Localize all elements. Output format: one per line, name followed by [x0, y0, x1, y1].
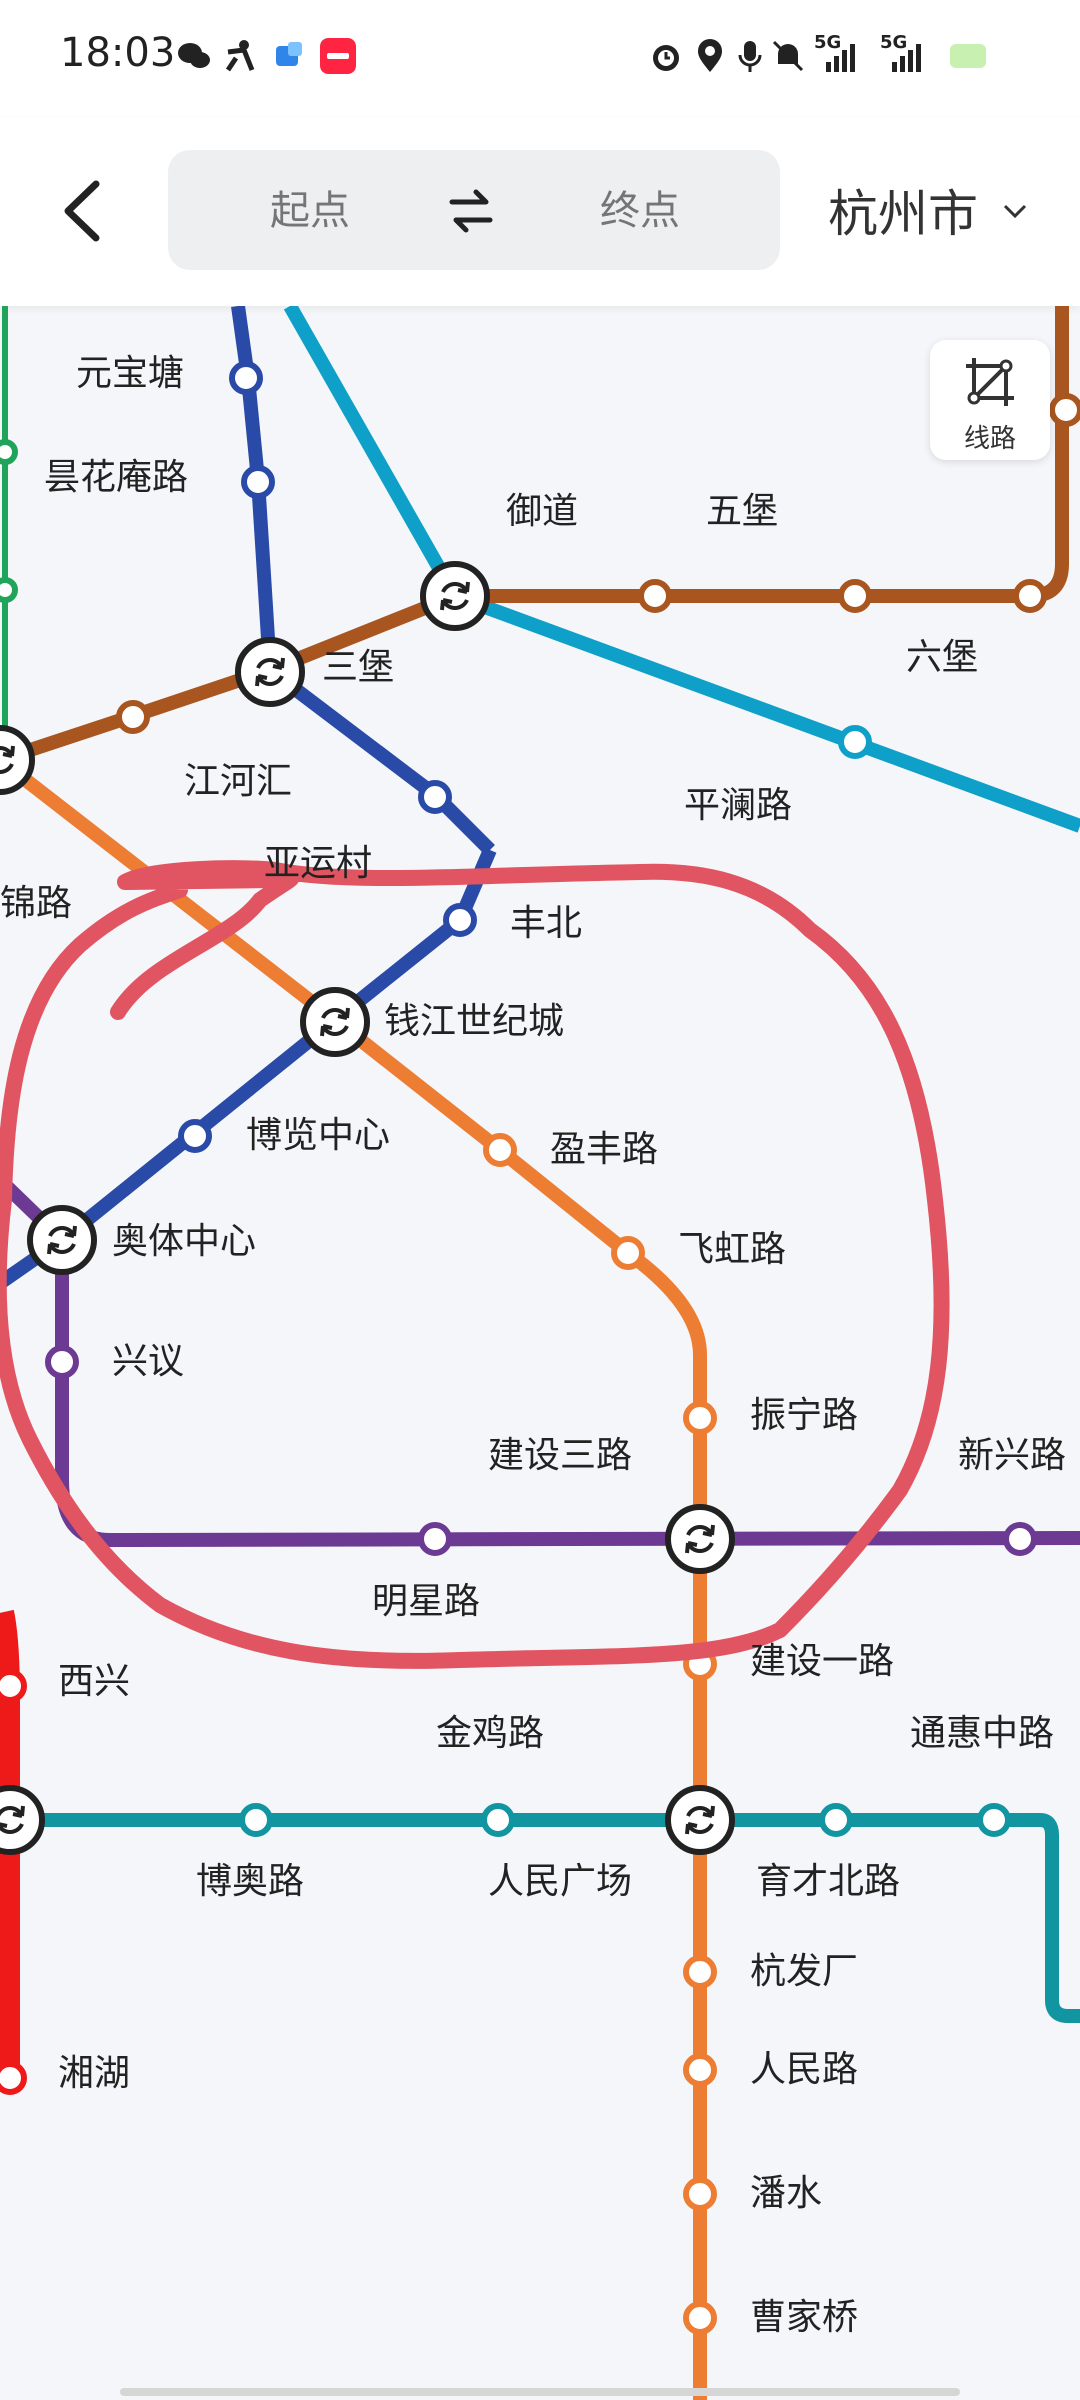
location-icon	[698, 39, 722, 72]
station-label[interactable]: 人民广场	[488, 1852, 632, 1904]
mute-icon	[772, 40, 804, 72]
wechat-icon	[178, 43, 210, 68]
station-label[interactable]: 昙花庵路	[44, 448, 188, 500]
station-label[interactable]: 兴议	[112, 1332, 184, 1384]
station-label[interactable]: 钱江世纪城	[384, 992, 564, 1044]
station-label[interactable]: 六堡	[906, 628, 978, 680]
lines-button[interactable]: 线路	[930, 340, 1050, 460]
signal-icon	[892, 44, 921, 72]
station-label[interactable]: 明星路	[372, 1572, 480, 1624]
route-search-header: 杭州市	[0, 118, 1080, 306]
station-label[interactable]: 博奥路	[196, 1852, 304, 1904]
station-label[interactable]: 通惠中路	[910, 1704, 1054, 1756]
app-icon	[276, 42, 302, 66]
back-arrow-icon[interactable]	[56, 176, 116, 246]
station-label[interactable]: 西兴	[58, 1652, 130, 1704]
station-label[interactable]: 三堡	[322, 638, 394, 690]
station-label[interactable]: 博览中心	[246, 1106, 390, 1158]
station-label[interactable]: 建设三路	[488, 1426, 632, 1478]
route-lines-icon	[966, 358, 1014, 406]
station-label[interactable]: 湘湖	[58, 2044, 130, 2096]
end-point-input[interactable]	[528, 180, 752, 242]
metro-line-teal	[0, 1813, 1080, 2023]
station-label[interactable]: 五堡	[706, 482, 778, 534]
station-label[interactable]: 建设一路	[750, 1632, 894, 1684]
mic-icon	[738, 41, 762, 72]
station-label[interactable]: 亚运村	[264, 834, 372, 886]
start-point-input[interactable]	[198, 180, 422, 242]
station-label[interactable]: 潘水	[750, 2164, 822, 2216]
station-label[interactable]: 飞虹路	[678, 1220, 786, 1272]
station-label[interactable]: 奥体中心	[112, 1212, 256, 1264]
chevron-down-icon[interactable]	[1002, 202, 1028, 220]
battery-icon	[950, 44, 986, 68]
status-bar: 18:03 5G 5G	[0, 0, 1080, 118]
person-icon	[225, 40, 255, 72]
signal-icon	[826, 44, 855, 72]
station-label[interactable]: 金鸡路	[436, 1704, 544, 1756]
horizontal-scrollbar[interactable]	[120, 2388, 960, 2396]
alarm-icon	[653, 45, 679, 71]
station-label[interactable]: 育才北路	[756, 1852, 900, 1904]
xiaohongshu-icon	[320, 38, 356, 74]
lines-button-label: 线路	[963, 424, 1016, 454]
station-label[interactable]: 江河汇	[184, 752, 292, 804]
station-label[interactable]: 人民路	[750, 2040, 858, 2092]
swap-icon[interactable]	[446, 186, 496, 236]
station-label[interactable]: 御道	[506, 482, 578, 534]
station-label[interactable]: 锦路	[0, 874, 72, 926]
station-label[interactable]: 元宝塘	[76, 344, 184, 396]
city-selector[interactable]: 杭州市	[828, 174, 978, 246]
station-label[interactable]: 盈丰路	[550, 1120, 658, 1172]
station-label[interactable]: 杭发厂	[750, 1942, 858, 1994]
station-label[interactable]: 振宁路	[750, 1386, 858, 1438]
station-label[interactable]: 新兴路	[958, 1426, 1066, 1478]
station-label[interactable]: 平澜路	[684, 776, 792, 828]
station-label[interactable]: 丰北	[510, 894, 582, 946]
route-search-box	[168, 150, 780, 270]
status-time: 18:03	[60, 30, 176, 76]
station-label[interactable]: 曹家桥	[750, 2288, 858, 2340]
